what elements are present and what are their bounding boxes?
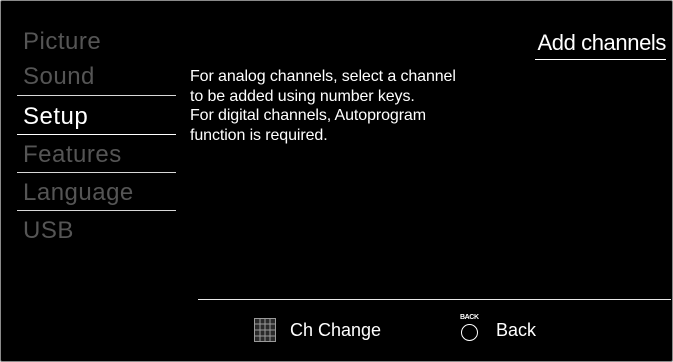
back-icon-text: BACK [460,314,479,321]
menu-divider [17,172,176,173]
description-line: to be added using number keys. [190,87,415,105]
menu-divider [17,95,176,96]
number-keypad-icon [254,318,276,342]
footer-divider [198,299,671,300]
ch-change-hint: Ch Change [254,315,381,345]
tv-menu-screen: Picture Sound Setup Features Language US… [0,0,673,362]
menu-item-usb[interactable]: USB [17,214,176,248]
description-line: function is required. [190,126,328,144]
menu-item-language[interactable]: Language [17,176,176,210]
menu-item-label: Sound [23,63,95,90]
menu-divider [17,210,176,211]
menu-item-sound[interactable]: Sound [17,60,176,94]
panel-description: For analog channels, select a channel to… [190,67,535,145]
menu-item-label: Setup [23,103,89,130]
back-label: Back [496,319,537,340]
description-line: For digital channels, Autoprogram [190,107,426,124]
menu-item-features[interactable]: Features [17,138,176,172]
menu-item-label: Picture [23,28,102,55]
back-icon-ring [461,324,478,341]
back-button-icon: BACK [459,314,483,345]
description-line: For analog channels, select a channel [190,68,456,85]
menu-item-picture[interactable]: Picture [17,25,176,59]
back-hint: BACK Back [459,314,537,345]
panel-title: Add channels [535,27,666,60]
menu-item-label: USB [23,217,74,244]
menu-item-label: Language [23,179,134,206]
menu-item-label: Features [23,141,122,168]
menu-item-setup[interactable]: Setup [17,99,176,135]
ch-change-label: Ch Change [290,319,382,340]
